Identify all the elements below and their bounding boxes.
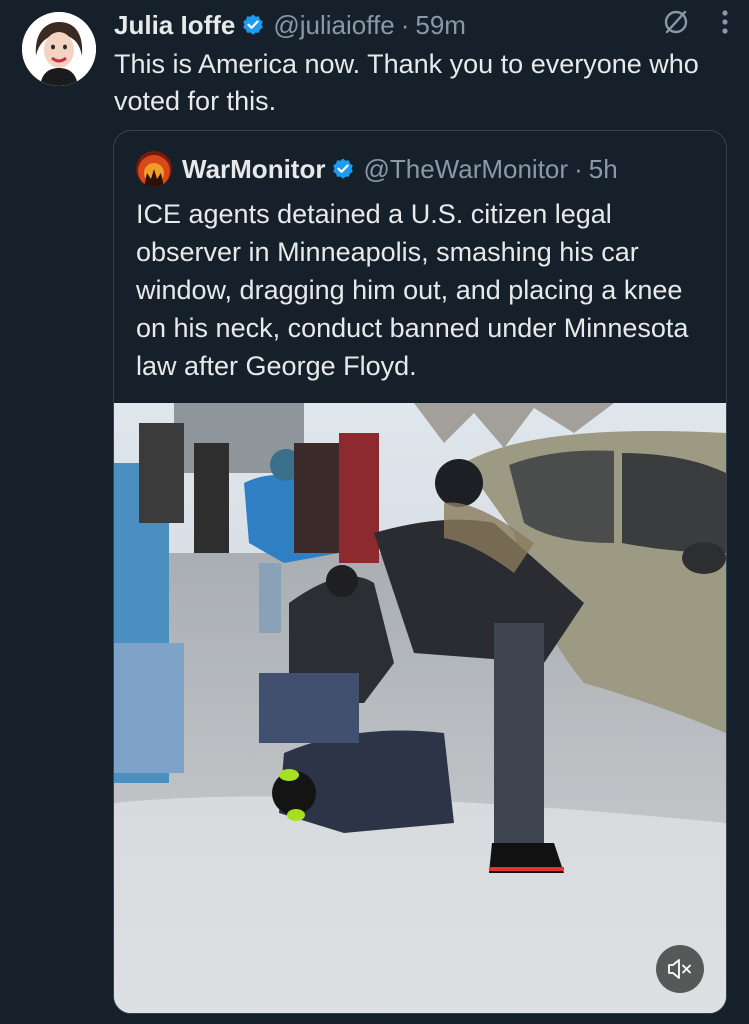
post-header: Julia Ioffe @juliaioffe · 59m: [114, 8, 729, 42]
verified-badge-icon: [331, 157, 355, 181]
grok-icon[interactable]: [661, 7, 691, 44]
quoted-post-text: ICE agents detained a U.S. citizen legal…: [136, 199, 689, 381]
verified-badge-icon: [241, 13, 265, 37]
quoted-author-name[interactable]: WarMonitor: [182, 154, 325, 185]
post-time[interactable]: 59m: [415, 10, 466, 41]
mute-button[interactable]: [656, 945, 704, 993]
quoted-post-header: WarMonitor @TheWarMonitor · 5h: [136, 151, 716, 187]
video-player[interactable]: [114, 403, 726, 1013]
more-options-icon[interactable]: [721, 9, 729, 42]
separator: ·: [574, 153, 583, 184]
quoted-post[interactable]: WarMonitor @TheWarMonitor · 5h ICE agent…: [113, 130, 727, 1014]
author-handle[interactable]: @juliaioffe: [273, 10, 394, 41]
speaker-muted-icon: [667, 958, 693, 980]
quoted-post-time[interactable]: 5h: [589, 154, 618, 185]
tweet[interactable]: Julia Ioffe @juliaioffe · 59m This is Am…: [0, 0, 749, 1024]
quoted-author-avatar[interactable]: [136, 151, 172, 187]
quoted-author-handle[interactable]: @TheWarMonitor: [363, 154, 568, 185]
author-avatar[interactable]: [22, 12, 96, 86]
header-actions: [661, 8, 729, 42]
author-name[interactable]: Julia Ioffe: [114, 10, 235, 41]
separator: ·: [400, 9, 410, 40]
post-text: This is America now. Thank you to everyo…: [114, 49, 699, 116]
